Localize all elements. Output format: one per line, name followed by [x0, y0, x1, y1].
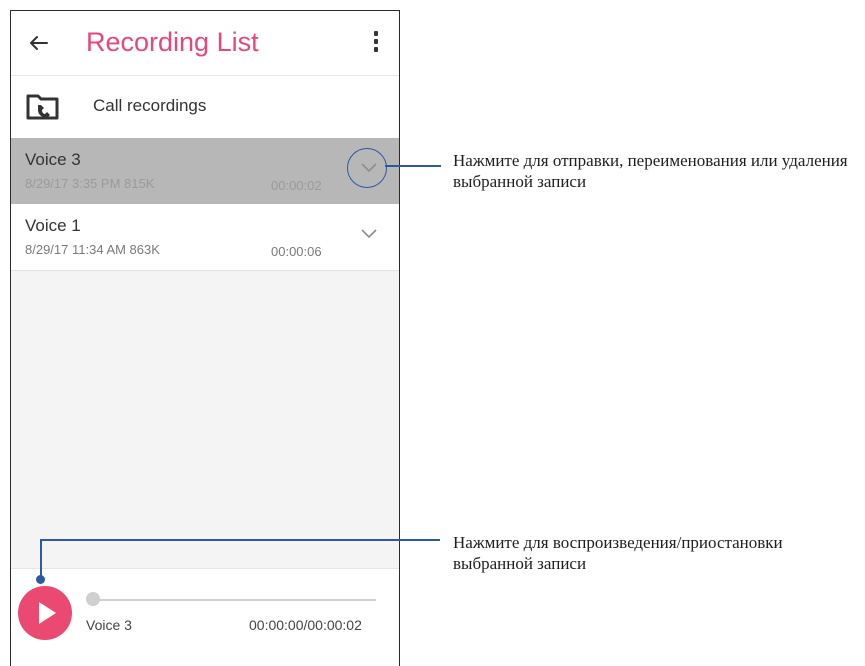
player-time: 00:00:00/00:00:02: [249, 617, 362, 633]
callout-play-text: Нажмите для воспроизведения/приостановки…: [453, 533, 783, 573]
arrow-left-icon: [30, 36, 48, 50]
callout-line-options: [385, 165, 441, 167]
player-track-name: Voice 3: [86, 617, 132, 633]
recording-name: Voice 3: [25, 150, 81, 169]
recording-meta: 8/29/17 11:34 AM 863K: [25, 242, 160, 257]
folder-label: Call recordings: [93, 96, 207, 115]
player-bar: Voice 3 00:00:00/00:00:02: [11, 568, 399, 666]
callout-line-play-horizontal: [40, 539, 440, 541]
callout-dot-play: [36, 575, 45, 584]
recording-name: Voice 1: [25, 216, 81, 235]
app-bar: Recording List: [11, 11, 399, 76]
recording-meta: 8/29/17 3:35 PM 815K: [25, 176, 155, 191]
seek-bar[interactable]: [86, 599, 376, 601]
call-recordings-folder[interactable]: Call recordings: [11, 76, 399, 138]
recording-list: Voice 3 8/29/17 3:35 PM 815K 00:00:02 Vo…: [11, 138, 399, 568]
recording-duration: 00:00:06: [271, 244, 322, 259]
callout-options-text: Нажмите для отправки, переименования или…: [453, 151, 848, 191]
phone-screen: Recording List Call recordings Voice 3 8…: [10, 10, 400, 666]
folder-call-icon: [26, 94, 59, 120]
chevron-down-icon[interactable]: [359, 226, 379, 240]
chevron-down-icon[interactable]: [359, 160, 379, 174]
overflow-menu-icon: [374, 31, 378, 36]
overflow-menu-button[interactable]: [367, 29, 385, 59]
play-button[interactable]: [18, 586, 72, 640]
recording-duration: 00:00:02: [271, 178, 322, 193]
list-item-voice-1[interactable]: Voice 1 8/29/17 11:34 AM 863K 00:00:06: [11, 204, 399, 271]
callout-line-play-vertical: [40, 539, 42, 579]
seek-thumb[interactable]: [86, 592, 100, 606]
list-item-voice-3[interactable]: Voice 3 8/29/17 3:35 PM 815K 00:00:02: [11, 138, 399, 204]
page-title: Recording List: [86, 27, 259, 57]
play-icon: [39, 602, 56, 624]
back-button[interactable]: [25, 29, 53, 57]
